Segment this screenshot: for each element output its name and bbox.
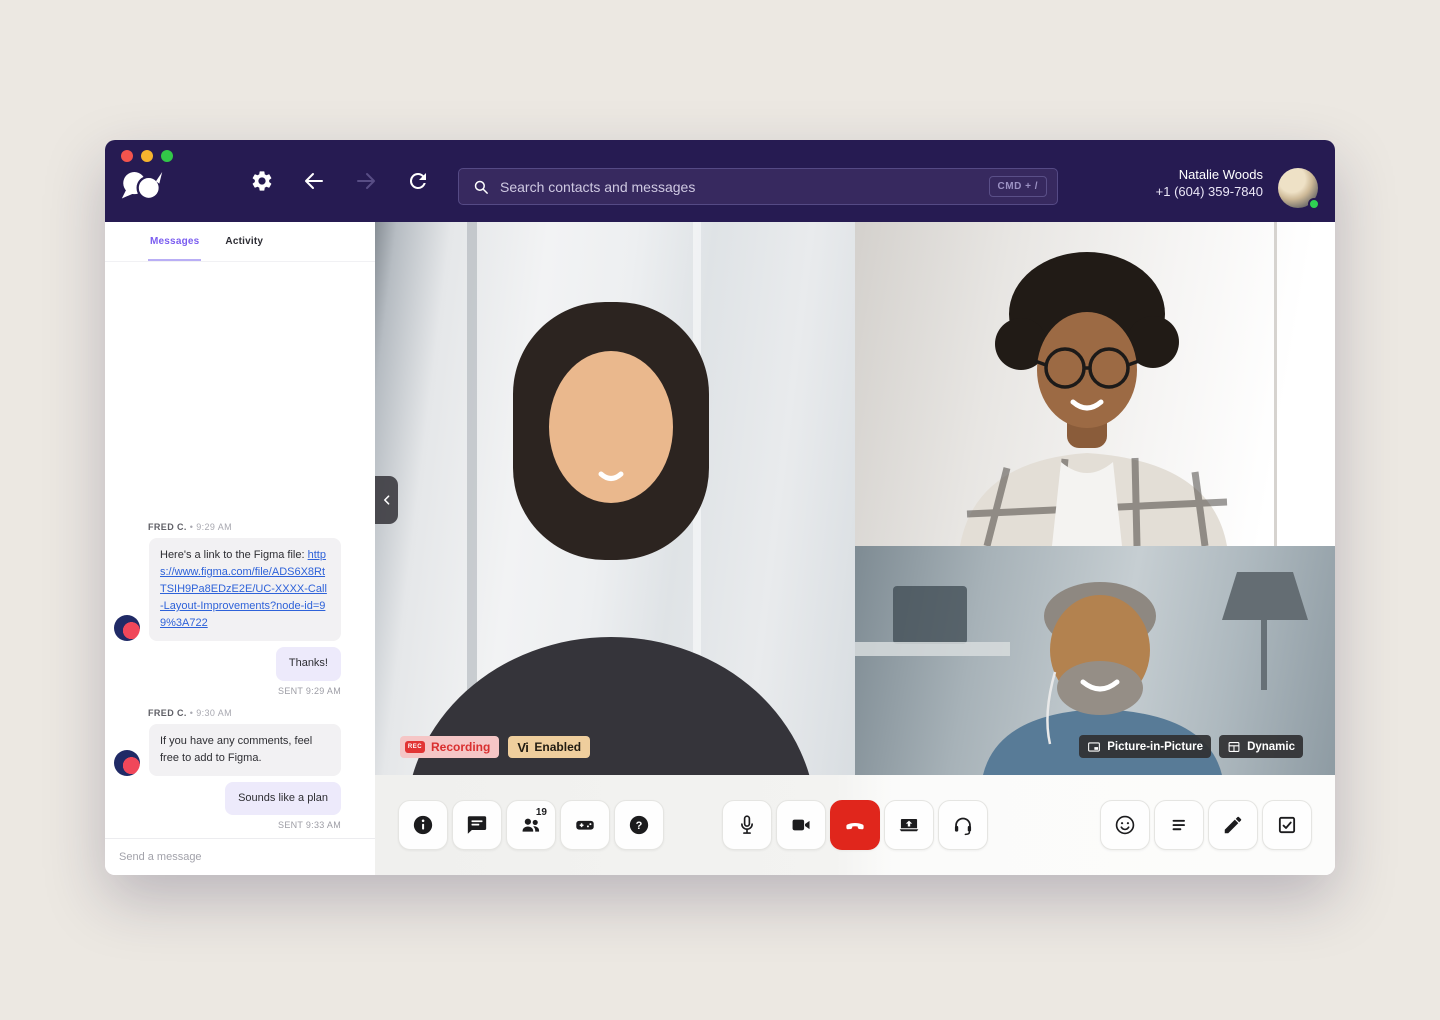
camera-button[interactable] [776,800,826,850]
smiley-icon [1114,814,1136,836]
mute-button[interactable] [722,800,772,850]
call-badges: REC Recording Vi Enabled [400,736,590,758]
screen-share-button[interactable] [884,800,934,850]
dynamic-layout-button[interactable]: Dynamic [1219,735,1303,758]
message-composer [105,838,375,875]
audio-device-button[interactable] [938,800,988,850]
app-logo-icon [117,166,167,206]
message-meta: FRED C. • 9:30 AM [148,708,375,718]
hang-up-icon [844,814,866,836]
sidebar-collapse-handle[interactable] [375,476,398,524]
participants-count-badge: 19 [536,807,547,818]
search-shortcut-hint: CMD + / [989,176,1047,197]
video-grid: REC Recording Vi Enabled [375,222,1335,775]
participant-silhouette [375,222,855,775]
topbar: CMD + / Natalie Woods +1 (604) 359-7840 [105,140,1335,222]
pip-icon [1087,740,1101,754]
sidebar-tabs: Messages Activity [105,222,375,262]
help-button[interactable]: ? [614,800,664,850]
picture-in-picture-button[interactable]: Picture-in-Picture [1079,735,1211,758]
checkbox-icon [1276,814,1298,836]
end-call-button[interactable] [830,800,880,850]
tab-activity[interactable]: Activity [225,222,263,261]
user-avatar[interactable] [1278,168,1318,208]
contact-avatar [114,615,140,641]
recording-badge: REC Recording [400,736,499,758]
chat-icon [466,814,488,836]
call-area: REC Recording Vi Enabled [375,222,1335,875]
info-button[interactable] [398,800,448,850]
app-window: CMD + / Natalie Woods +1 (604) 359-7840 … [105,140,1335,875]
sent-status: SENT 9:33 AM [105,820,341,830]
current-user-info: Natalie Woods +1 (604) 359-7840 [1156,166,1263,200]
forward-arrow-icon[interactable] [354,169,378,193]
close-window-button[interactable] [121,150,133,162]
pencil-icon [1222,814,1244,836]
svg-text:?: ? [636,820,643,832]
transcript-lines-icon [1168,814,1190,836]
message-bubble: Here's a link to the Figma file: https:/… [149,538,341,641]
microphone-icon [736,814,758,836]
sent-status: SENT 9:29 AM [105,686,341,696]
headset-icon [952,814,974,836]
outgoing-message-bubble: Sounds like a plan [225,782,341,815]
controller-button[interactable] [560,800,610,850]
message-bubble: If you have any comments, feel free to a… [149,724,341,776]
contact-avatar [114,750,140,776]
message-list: FRED C. • 9:29 AM Here's a link to the F… [105,262,375,838]
message-meta: FRED C. • 9:29 AM [148,522,375,532]
refresh-icon[interactable] [406,169,430,193]
tasks-button[interactable] [1262,800,1312,850]
info-icon [412,814,434,836]
transcript-button[interactable] [1154,800,1204,850]
incoming-message: If you have any comments, feel free to a… [105,724,375,776]
screen-share-icon [898,814,920,836]
help-icon: ? [628,814,650,836]
vi-logo-icon: Vi [517,740,528,755]
edit-button[interactable] [1208,800,1258,850]
outgoing-message-bubble: Thanks! [276,647,341,680]
settings-gear-icon[interactable] [250,169,274,193]
message-input[interactable] [105,851,375,863]
sidebar: Messages Activity FRED C. • 9:29 AM Here… [105,222,375,875]
chat-button[interactable] [452,800,502,850]
search-input[interactable] [500,179,989,195]
search-bar[interactable]: CMD + / [458,168,1058,205]
layout-buttons: Picture-in-Picture Dynamic [1079,735,1303,758]
back-arrow-icon[interactable] [302,169,326,193]
controller-icon [574,814,596,836]
video-tile-bottom-right: Picture-in-Picture Dynamic [855,546,1335,775]
vi-enabled-badge: Vi Enabled [508,736,590,758]
video-camera-icon [790,814,812,836]
maximize-window-button[interactable] [161,150,173,162]
grid-layout-icon [1227,740,1241,754]
status-dot [1308,198,1320,210]
search-icon [472,178,490,196]
reactions-button[interactable] [1100,800,1150,850]
tab-messages[interactable]: Messages [150,222,199,261]
user-phone: +1 (604) 359-7840 [1156,183,1263,200]
minimize-window-button[interactable] [141,150,153,162]
incoming-message: Here's a link to the Figma file: https:/… [105,538,375,641]
call-toolbar: 19 ? [375,775,1335,875]
participants-button[interactable]: 19 [506,800,556,850]
user-name: Natalie Woods [1156,166,1263,183]
video-tile-main: REC Recording Vi Enabled [375,222,855,775]
window-controls [121,150,173,162]
chevron-left-icon [380,493,394,507]
video-tile-top-right [855,222,1335,546]
participant-silhouette [855,222,1335,546]
rec-icon: REC [405,741,425,753]
